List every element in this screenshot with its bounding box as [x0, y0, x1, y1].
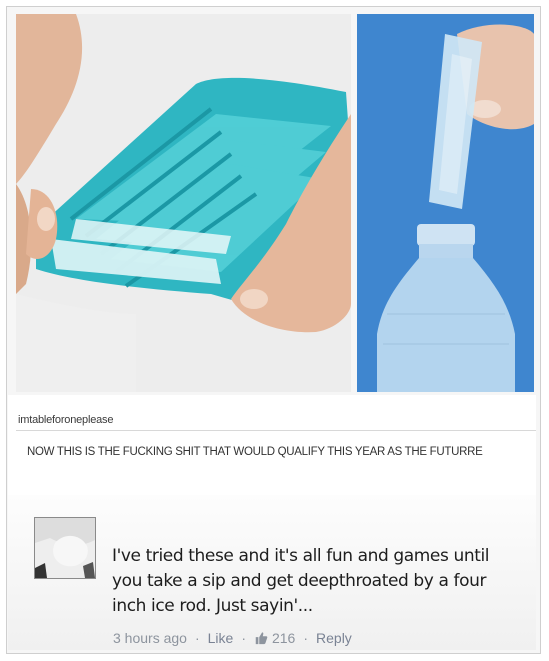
- post-username[interactable]: imtableforoneplease: [18, 414, 113, 426]
- bottle-photo: [357, 14, 534, 392]
- post-text: NOW THIS IS THE FUCKING SHIT THAT WOULD …: [27, 446, 483, 458]
- thumbs-up-icon: [255, 632, 268, 645]
- like-button[interactable]: Like: [208, 630, 234, 646]
- post-divider: [16, 430, 536, 431]
- like-count[interactable]: 216: [254, 630, 295, 646]
- reply-button[interactable]: Reply: [316, 630, 352, 646]
- separator: ·: [194, 630, 200, 646]
- separator: ·: [241, 630, 246, 646]
- comment-timestamp[interactable]: 3 hours ago: [113, 630, 187, 646]
- avatar[interactable]: [34, 517, 96, 579]
- ice-tray-photo: [16, 14, 351, 392]
- comment-meta: 3 hours ago · Like · 216 · Reply: [113, 630, 352, 646]
- like-count-value: 216: [271, 630, 296, 646]
- comment-text: I've tried these and it's all fun and ga…: [112, 546, 490, 616]
- separator: ·: [303, 630, 309, 646]
